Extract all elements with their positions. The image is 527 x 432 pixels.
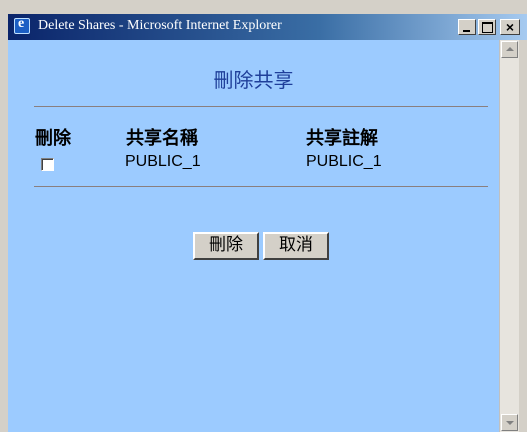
divider-top	[34, 106, 488, 107]
share-comment-cell: PUBLIC_1	[306, 153, 382, 170]
browser-window: Delete Shares - Microsoft Internet Explo…	[0, 0, 527, 432]
internet-explorer-icon	[14, 16, 30, 34]
share-name-cell: PUBLIC_1	[125, 153, 201, 170]
column-header-share-comment: 共享註解	[306, 128, 378, 149]
window-title: Delete Shares - Microsoft Internet Explo…	[38, 18, 282, 33]
page-content: 刪除共享 刪除 共享名稱 共享註解 PUBLIC_1 PUBLIC_1 刪除 取…	[8, 40, 499, 432]
delete-button[interactable]: 刪除	[193, 232, 259, 260]
scroll-down-arrow-icon[interactable]	[501, 414, 518, 431]
scroll-up-arrow-icon[interactable]	[501, 41, 518, 58]
maximize-button[interactable]	[478, 19, 496, 35]
cancel-button[interactable]: 取消	[263, 232, 329, 260]
vertical-scrollbar[interactable]	[499, 40, 519, 432]
close-button[interactable]: ×	[500, 19, 520, 35]
delete-checkbox[interactable]	[41, 158, 54, 171]
window-frame-right	[519, 40, 527, 432]
column-header-share-name: 共享名稱	[126, 128, 198, 149]
title-bar[interactable]: Delete Shares - Microsoft Internet Explo…	[8, 14, 527, 40]
minimize-button[interactable]	[458, 19, 476, 35]
page-title: 刪除共享	[213, 68, 294, 92]
divider-bottom	[34, 186, 488, 187]
column-header-delete: 刪除	[35, 128, 71, 149]
